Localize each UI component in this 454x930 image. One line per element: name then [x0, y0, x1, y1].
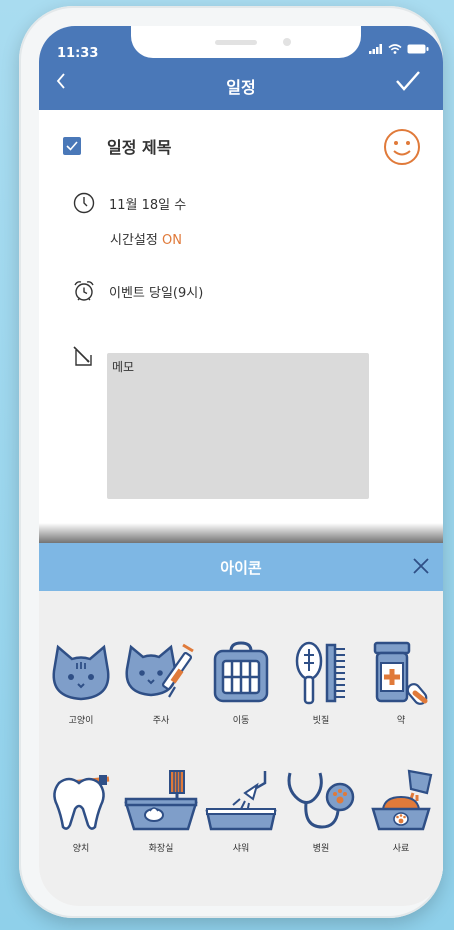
event-date: 11월 18일 수: [109, 197, 187, 213]
alarm-text: 이벤트 당일(9시): [109, 285, 204, 301]
icon-label: 양치: [72, 844, 90, 854]
litter-box-icon: [124, 770, 198, 831]
stethoscope-icon: [287, 772, 355, 829]
time-setting[interactable]: 시간설정 ON: [110, 229, 182, 248]
icon-label: 주사: [152, 716, 170, 726]
icon-option-litter-box[interactable]: 화장실: [121, 769, 201, 854]
close-icon[interactable]: [411, 556, 431, 576]
app-header: 11:33 일정: [39, 26, 443, 110]
memo-input[interactable]: 메모: [107, 353, 369, 499]
icon-label: 약: [396, 716, 406, 726]
brush-icon: [295, 641, 345, 705]
icon-option-cat[interactable]: 고양이: [41, 641, 121, 726]
icon-option-brush[interactable]: 빗질: [281, 641, 361, 726]
tooth-icon: [53, 775, 110, 830]
confirm-check-icon[interactable]: [395, 70, 421, 92]
memo-placeholder: 메모: [112, 360, 135, 374]
status-time: 11:33: [57, 46, 99, 61]
icon-sheet-body: 고양이 주사 이동 빗질 약 양치 화장실 샤워 병원 사료: [39, 591, 443, 906]
icon-label: 화장실: [148, 844, 174, 854]
smiley-face-icon[interactable]: [383, 128, 421, 166]
battery-icon: [407, 44, 429, 54]
icon-label: 이동: [232, 716, 250, 726]
icon-option-medicine[interactable]: 약: [361, 641, 441, 726]
event-title-text[interactable]: 일정 제목: [107, 134, 171, 158]
icon-option-shower[interactable]: 샤워: [201, 769, 281, 854]
front-camera: [283, 38, 291, 46]
app-screen: 11:33 일정 일정 제목 11월 18일 수 시간설정 ON 이벤트 당일(…: [39, 26, 443, 906]
wifi-icon: [388, 44, 402, 54]
icon-option-stethoscope[interactable]: 병원: [281, 769, 361, 854]
icon-option-injection[interactable]: 주사: [121, 641, 201, 726]
carrier-icon: [213, 641, 269, 703]
injection-icon: [125, 643, 194, 698]
time-setting-label: 시간설정: [110, 233, 158, 248]
device-notch: [131, 26, 361, 58]
icon-label: 병원: [312, 844, 330, 854]
icon-label: 빗질: [312, 716, 330, 726]
medicine-icon: [373, 641, 428, 705]
memo-pencil-icon: [73, 346, 92, 366]
icon-option-tooth[interactable]: 양치: [41, 769, 121, 854]
alarm-clock-icon: [74, 281, 94, 301]
event-title-row: 일정 제목: [63, 134, 171, 158]
icon-label: 샤워: [232, 844, 250, 854]
speaker-grille: [215, 40, 257, 45]
status-icons: [369, 44, 429, 54]
icon-sheet-title: 아이콘: [220, 559, 262, 577]
event-checkbox[interactable]: [63, 137, 81, 155]
food-bowl-icon: [371, 769, 433, 831]
page-title: 일정: [226, 78, 256, 97]
shower-icon: [205, 771, 277, 831]
icon-sheet-header: 아이콘: [39, 543, 443, 591]
icon-option-food-bowl[interactable]: 사료: [361, 769, 441, 854]
time-setting-value: ON: [161, 233, 182, 248]
icon-label: 사료: [392, 844, 410, 854]
clock-icon: [73, 192, 95, 214]
signal-icon: [369, 44, 382, 54]
date-row[interactable]: 11월 18일 수: [73, 192, 186, 214]
sheet-shadow: [39, 523, 443, 543]
icon-option-carrier[interactable]: 이동: [201, 641, 281, 726]
alarm-row[interactable]: 이벤트 당일(9시): [73, 280, 203, 302]
icon-label: 고양이: [68, 716, 94, 726]
checkmark-icon: [66, 141, 78, 151]
cat-icon: [52, 644, 110, 701]
